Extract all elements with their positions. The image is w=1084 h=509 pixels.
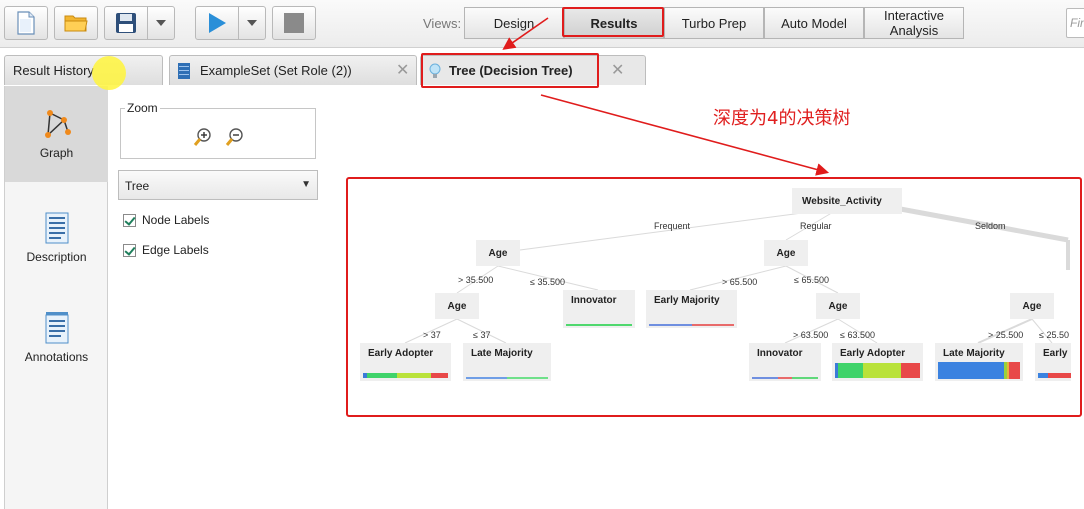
tab-highlight-frame xyxy=(421,53,599,88)
cursor-highlight xyxy=(92,56,126,90)
annotation-text: 深度为4的决策树 xyxy=(713,108,851,129)
results-highlight-frame xyxy=(562,7,664,37)
tree-highlight-frame xyxy=(346,177,1082,417)
